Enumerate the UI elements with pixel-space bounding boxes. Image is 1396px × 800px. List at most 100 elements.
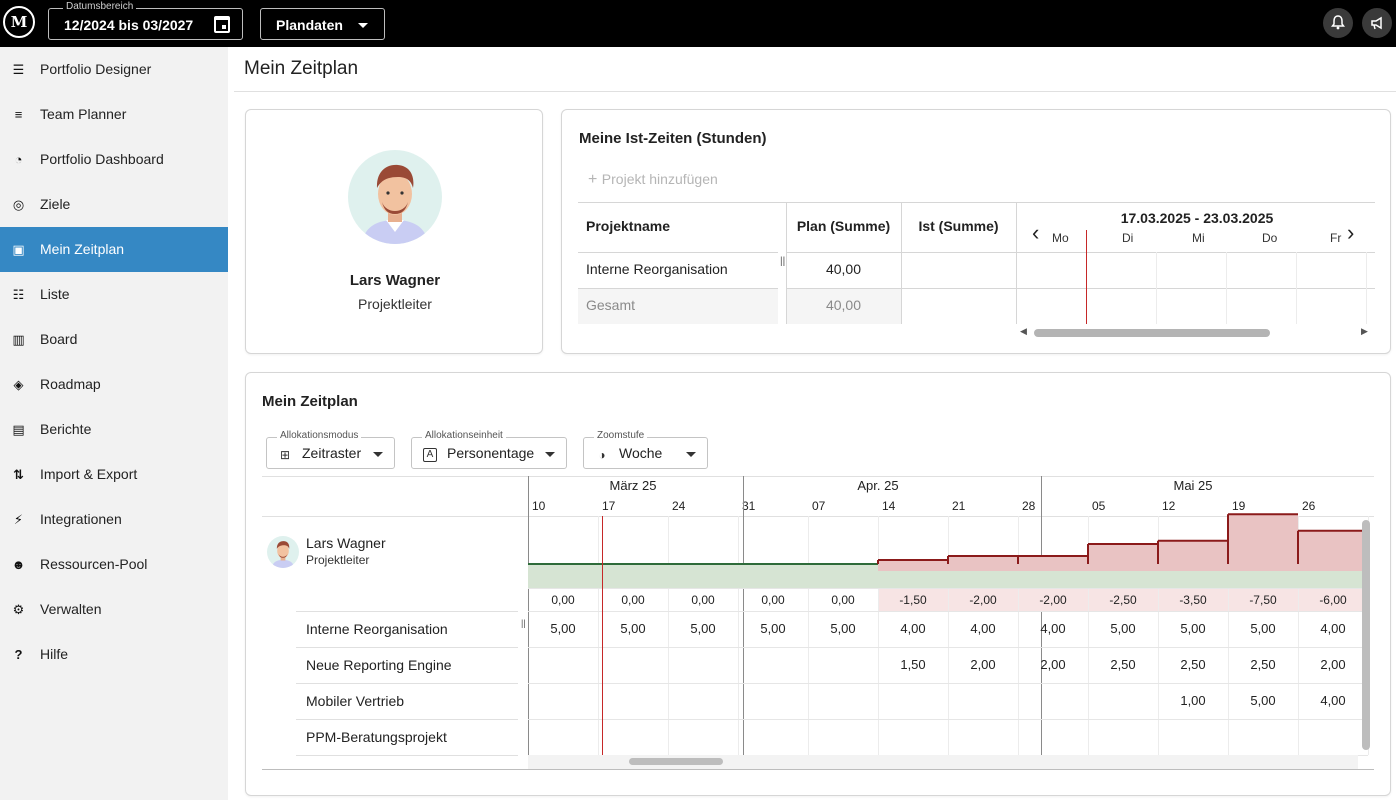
sidebar-item-integrationen[interactable]: ⚡ Integrationen [0,497,228,542]
divider [296,683,518,684]
profile-role: Projektleiter [358,296,432,312]
allocation-cell[interactable]: 2,50 [1228,657,1298,672]
date-range-field[interactable]: Datumsbereich 12/2024 bis 03/2027 [48,1,243,40]
sidebar-item-label: Board [40,331,78,347]
allocation-mode-select[interactable]: Allokationsmodus ⊞ Zeitraster [266,430,395,469]
calendar-icon[interactable] [214,16,230,33]
allocation-unit-select[interactable]: Allokationseinheit A Personentage [411,430,567,469]
announcements-button[interactable] [1362,8,1392,38]
project-name[interactable]: Interne Reorganisation [586,261,728,277]
column-resize-handle[interactable]: || [521,618,526,628]
allocation-cell[interactable]: 1,00 [1158,693,1228,708]
sidebar-item-berichte[interactable]: ▤ Berichte [0,407,228,452]
allocation-cell[interactable]: 5,00 [668,621,738,636]
notification-bell-button[interactable] [1323,8,1353,38]
column-resize-handle[interactable]: || [780,256,785,267]
divider [528,611,1368,612]
divider [786,252,1375,253]
divider [1296,252,1297,324]
sidebar-item-ressourcen-pool[interactable]: ☻ Ressourcen-Pool [0,542,228,587]
zoom-level-select[interactable]: Zoomstufe ◑ Woche [583,430,708,469]
allocation-cell[interactable]: 5,00 [738,621,808,636]
board-icon: ▥ [12,332,25,347]
delta-value: -3,50 [1179,593,1207,607]
week-range: 17.03.2025 - 23.03.2025 [1120,210,1274,226]
allocation-cell[interactable]: 2,00 [1298,657,1368,672]
project-name[interactable]: Interne Reorganisation [306,621,448,637]
data-source-dropdown[interactable]: Plandaten [260,8,385,40]
app-logo[interactable]: M [3,6,35,38]
grid-icon: ⊞ [279,448,291,462]
allocation-cell[interactable]: 2,00 [1018,657,1088,672]
divider [1366,252,1367,324]
sidebar-item-label: Portfolio Dashboard [40,151,164,167]
overallocation-bar [948,556,1018,571]
sidebar-item-ziele[interactable]: ◎ Ziele [0,182,228,227]
person-name[interactable]: Lars Wagner [306,535,386,551]
allocation-cell[interactable]: 5,00 [528,621,598,636]
schedule-icon: ▣ [12,242,25,257]
delta-value: -1,50 [899,593,927,607]
divider [234,91,1396,92]
delta-value: 0,00 [621,593,645,607]
sidebar-item-portfolio-dashboard[interactable]: ◔ Portfolio Dashboard [0,137,228,182]
sidebar-item-mein-zeitplan[interactable]: ▣ Mein Zeitplan [0,227,228,272]
scroll-left-arrow[interactable]: ◀ [1020,326,1027,337]
allocation-cell[interactable]: 2,50 [1158,657,1228,672]
allocation-cell[interactable]: 4,00 [948,621,1018,636]
sidebar-item-roadmap[interactable]: ◈ Roadmap [0,362,228,407]
delta-value: -2,00 [969,593,997,607]
week-label: 21 [952,499,966,513]
sidebar-item-board[interactable]: ▥ Board [0,317,228,362]
project-name[interactable]: PPM-Beratungsprojekt [306,729,447,745]
sidebar-item-liste[interactable]: ☷ Liste [0,272,228,317]
plug-icon: ⚡ [13,512,24,527]
capacity-bar [668,564,738,588]
allocation-cell[interactable]: 1,50 [878,657,948,672]
project-name[interactable]: Neue Reporting Engine [306,657,452,673]
help-icon: ? [14,647,23,662]
portfolio-designer-icon: ☰ [12,62,25,77]
plus-icon: + [588,171,602,188]
allocation-cell[interactable]: 5,00 [598,621,668,636]
delta-value: 0,00 [831,593,855,607]
add-project-button[interactable]: + Projekt hinzufügen [588,171,718,189]
day-header: Do [1262,231,1278,245]
allocation-cell[interactable]: 5,00 [1088,621,1158,636]
allocation-cell[interactable]: 2,50 [1088,657,1158,672]
previous-week-button[interactable]: ‹ [1032,220,1039,246]
allocation-cell[interactable]: 4,00 [1018,621,1088,636]
horizontal-scrollbar-thumb[interactable] [629,758,723,765]
date-range-value: 12/2024 bis 03/2027 [64,17,194,33]
top-bar: M Datumsbereich 12/2024 bis 03/2027 Plan… [0,0,1396,47]
scroll-right-arrow[interactable]: ▶ [1361,326,1368,337]
allocation-cell[interactable]: 5,00 [1228,621,1298,636]
sidebar-item-label: Verwalten [40,601,102,617]
sidebar-item-import-export[interactable]: ⇅ Import & Export [0,452,228,497]
sidebar-item-verwalten[interactable]: ⚙ Verwalten [0,587,228,632]
next-week-button[interactable]: › [1347,220,1354,246]
unit-icon: A [423,448,437,462]
sidebar-item-portfolio-designer[interactable]: ☰ Portfolio Designer [0,47,228,92]
delta-value: 0,00 [691,593,715,607]
allocation-cell[interactable]: 4,00 [1298,621,1368,636]
plan-sum: 40,00 [825,261,862,277]
select-value: Woche [619,445,663,461]
divider [528,647,1368,648]
month-label: März 25 [609,478,657,493]
allocation-cell[interactable]: 5,00 [808,621,878,636]
allocation-cell[interactable]: 4,00 [878,621,948,636]
horizontal-scrollbar-thumb[interactable] [1034,329,1270,337]
allocation-cell[interactable]: 2,00 [948,657,1018,672]
project-name[interactable]: Mobiler Vertrieb [306,693,404,709]
allocation-cell[interactable]: 4,00 [1298,693,1368,708]
sidebar-item-hilfe[interactable]: ? Hilfe [0,632,228,677]
sidebar-item-team-planner[interactable]: ≡ Team Planner [0,92,228,137]
vertical-scrollbar-thumb[interactable] [1362,520,1370,750]
today-marker [602,516,603,755]
allocation-cell[interactable]: 5,00 [1158,621,1228,636]
profile-card: Lars Wagner Projektleiter [245,109,543,354]
chevron-down-icon [686,452,696,457]
card-title: Mein Zeitplan [262,393,358,410]
allocation-cell[interactable]: 5,00 [1228,693,1298,708]
